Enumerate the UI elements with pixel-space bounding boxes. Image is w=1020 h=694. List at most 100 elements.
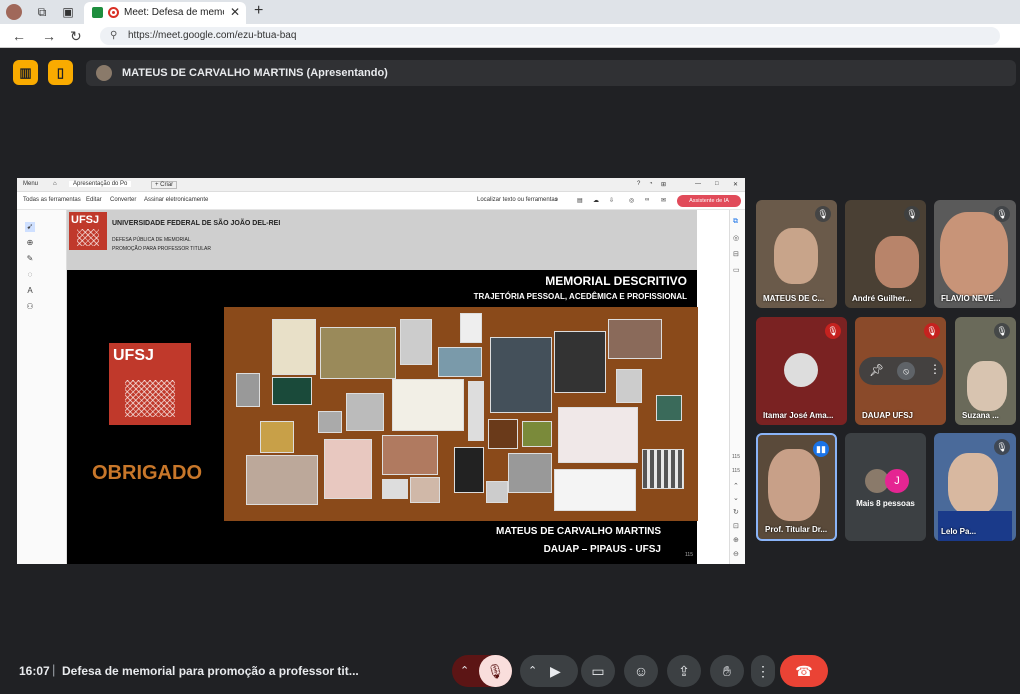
pdf-menu[interactable]: Menu	[23, 181, 38, 187]
page-up-icon[interactable]: ⌃	[733, 482, 739, 490]
collage-photo	[260, 421, 294, 453]
select-tool-icon[interactable]: ➹	[25, 222, 35, 232]
participant-tile[interactable]: 🎙︎ André Guilher...	[845, 200, 926, 308]
url-field[interactable]: ⚲ https://meet.google.com/ezu-btua-baq	[100, 27, 1000, 45]
emoji-icon[interactable]: ☺	[624, 655, 658, 687]
back-icon[interactable]: ←	[12, 28, 26, 44]
raise-hand-icon[interactable]: ✋︎	[710, 655, 744, 687]
bell-icon[interactable]: ◔	[649, 181, 653, 187]
link-icon[interactable]: ∞	[645, 197, 649, 203]
participant-name: Suzana ...	[962, 411, 999, 420]
collage-photo	[508, 453, 552, 493]
more-options-icon[interactable]: ⋮	[929, 362, 941, 376]
home-icon[interactable]: ⌂	[53, 181, 57, 187]
workspaces-icon[interactable]: ⧉	[34, 4, 50, 20]
pen-tool-icon[interactable]: ✎	[25, 254, 35, 264]
text-tool-icon[interactable]: A	[25, 286, 35, 296]
pages-icon[interactable]: ▭	[733, 266, 740, 274]
minimize-icon[interactable]: —	[695, 181, 701, 187]
more-options-icon[interactable]: ⋮	[751, 655, 775, 687]
address-bar: ← → ↻ ⚲ https://meet.google.com/ezu-btua…	[0, 24, 1020, 48]
participant-tile[interactable]: 🎙︎ MATEUS DE C...	[756, 200, 837, 308]
zoom-tool-icon[interactable]: ⊕	[25, 238, 35, 248]
collage-photo	[554, 469, 636, 511]
presenter-avatar	[96, 65, 112, 81]
slide-dept: DAUAP – PIPAUS - UFSJ	[543, 544, 661, 555]
tool-sign[interactable]: Assinar eletronicamente	[144, 197, 208, 203]
end-call-icon[interactable]: ☎	[780, 655, 828, 687]
mic-off-button-icon[interactable]: 🎙︎	[479, 655, 512, 687]
participant-tile[interactable]: 📌︎ ⦸ ⋮ 🎙︎ DAUAP UFSJ	[855, 317, 946, 425]
mail-icon[interactable]: ✉	[661, 197, 666, 204]
more-people-tile[interactable]: J Mais 8 pessoas	[845, 433, 926, 541]
divider: |	[52, 662, 56, 677]
collage-photo	[460, 313, 482, 343]
maximize-icon[interactable]: □	[715, 181, 719, 187]
close-icon[interactable]: ✕	[733, 181, 738, 188]
present-icon[interactable]: ⇪	[667, 655, 701, 687]
new-tab-icon[interactable]: +	[254, 2, 263, 20]
pdf-tab[interactable]: Apresentação do Po	[69, 181, 132, 187]
collage-photo	[320, 327, 396, 379]
tab-close-icon[interactable]: ✕	[230, 5, 240, 19]
collage-photo	[382, 479, 408, 499]
create-button[interactable]: + Criar	[151, 181, 178, 189]
participant-name: André Guilher...	[852, 294, 912, 303]
camera-options-chevron-icon[interactable]: ⌃	[528, 655, 537, 687]
apps-icon[interactable]: ⊞	[661, 181, 666, 188]
mute-participant-icon[interactable]: ⦸	[897, 362, 915, 380]
pdf-right-toolbar: ⧉ ◎ ⊟ ▭ 115 115 ⌃ ⌄ ↻ ⊡ ⊕ ⊖	[729, 210, 745, 564]
meeting-info-icon[interactable]: ▯	[48, 60, 73, 85]
lasso-tool-icon[interactable]: ◌	[25, 270, 35, 280]
download-icon[interactable]: ⇩	[609, 197, 614, 204]
bookmarks-icon[interactable]: ⊟	[733, 250, 739, 258]
participant-tile[interactable]: 🎙︎ Lelo Pa...	[934, 433, 1016, 541]
ai-panel-icon[interactable]: ⧉	[733, 218, 738, 226]
participant-tile[interactable]: 🎙︎ Itamar José Ama...	[756, 317, 847, 425]
pin-icon[interactable]: 📌︎	[869, 363, 884, 377]
forward-icon[interactable]: →	[42, 28, 56, 44]
page-down-icon[interactable]: ⌄	[733, 494, 739, 502]
meeting-tools-icon[interactable]: ▥	[13, 60, 38, 85]
upload-icon[interactable]: ☁	[593, 197, 599, 204]
comments-icon[interactable]: ◎	[733, 234, 739, 242]
participant-name: Lelo Pa...	[941, 527, 977, 536]
mic-off-icon: 🎙︎	[904, 206, 920, 222]
ai-assistant-button[interactable]: Assistente de IA	[677, 195, 741, 207]
collage-photo	[400, 319, 432, 365]
print-icon[interactable]: ▤	[577, 197, 583, 204]
collage-photo	[468, 381, 484, 441]
tool-convert[interactable]: Converter	[110, 197, 136, 203]
participant-tile[interactable]: 🎙︎ FLAVIO NEVE...	[934, 200, 1016, 308]
fit-page-icon[interactable]: ⊡	[733, 522, 739, 530]
search-icon[interactable]: ⌕	[555, 197, 558, 204]
comment-icon[interactable]: ◎	[629, 197, 634, 204]
reload-icon[interactable]: ↻	[70, 28, 82, 45]
camera-icon[interactable]: ▶︎	[550, 655, 561, 687]
tile-hover-controls: 📌︎ ⦸ ⋮	[859, 357, 943, 385]
zoom-in-icon[interactable]: ⊕	[733, 536, 739, 544]
tab-meet[interactable]: Meet: Defesa de memorial p ✕	[84, 2, 246, 24]
site-info-icon[interactable]: ⚲	[110, 30, 117, 41]
mic-options-chevron-icon[interactable]: ⌃	[460, 655, 469, 687]
tab-title: Meet: Defesa de memorial p	[124, 7, 224, 18]
zoom-out-icon[interactable]: ⊖	[733, 550, 739, 558]
stamp-tool-icon[interactable]: ⚇	[25, 302, 35, 312]
help-icon[interactable]: ?	[637, 181, 640, 187]
participant-tile[interactable]: 🎙︎ Suzana ...	[955, 317, 1016, 425]
participant-tile-active[interactable]: ▮▮ Prof. Titular Dr...	[756, 433, 837, 541]
collage-photo	[272, 319, 316, 375]
captions-icon[interactable]: ▭	[581, 655, 615, 687]
collage-photo	[554, 331, 606, 393]
camera-control: ⌃ ▶︎	[520, 655, 578, 687]
defesa-text: DEFESA PÚBLICA DE MEMORIAL PROMOÇÃO PARA…	[112, 236, 211, 254]
rotate-icon[interactable]: ↻	[733, 508, 739, 516]
tab-actions-icon[interactable]: ▣	[60, 4, 76, 20]
participant-name: Itamar José Ama...	[763, 411, 834, 420]
recording-icon	[108, 7, 119, 18]
profile-avatar-icon[interactable]	[6, 4, 22, 20]
collage-photo	[656, 395, 682, 421]
tool-edit[interactable]: Editar	[86, 197, 102, 203]
pdf-search[interactable]: Localizar texto ou ferramentas	[477, 197, 558, 203]
tool-all[interactable]: Todas as ferramentas	[23, 197, 81, 203]
